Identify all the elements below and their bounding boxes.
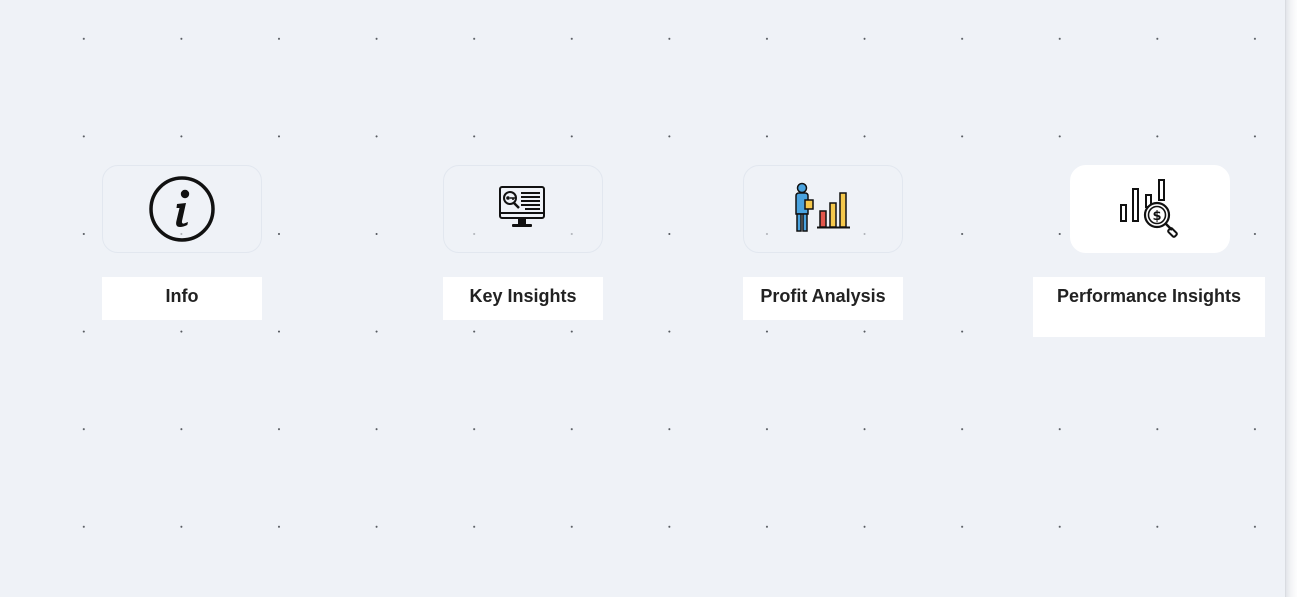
card-info-icon-tile[interactable]	[102, 165, 262, 253]
canvas-scroll-edge	[1285, 0, 1297, 597]
card-info-label[interactable]: Info	[102, 277, 262, 320]
card-profit-analysis-icon-tile[interactable]	[743, 165, 903, 253]
svg-text:$: $	[1152, 209, 1161, 224]
card-performance-insights-label[interactable]: Performance Insights	[1033, 277, 1265, 337]
monitor-key-insight-icon	[499, 186, 545, 227]
card-profit-analysis-label[interactable]: Profit Analysis	[743, 277, 903, 320]
card-key-insights-label[interactable]: Key Insights	[443, 277, 603, 320]
card-performance-insights-icon-tile[interactable]: $	[1070, 165, 1230, 253]
card-key-insights-icon-tile[interactable]	[443, 165, 603, 253]
person-bar-chart-icon	[795, 182, 850, 232]
chart-dollar-search-icon: $	[1120, 179, 1178, 238]
info-icon	[149, 176, 215, 242]
